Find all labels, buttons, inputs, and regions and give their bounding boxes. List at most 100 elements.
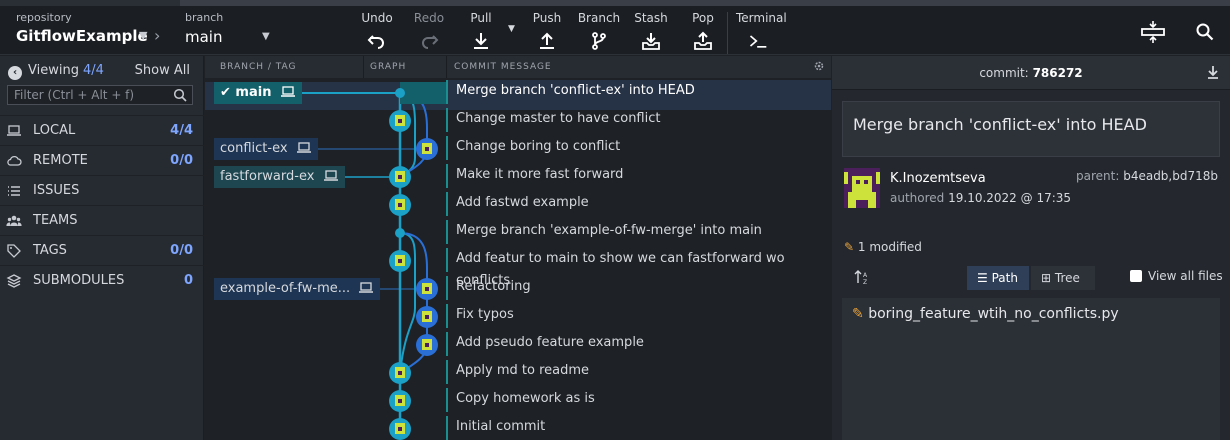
commit-summary[interactable]: Merge branch 'conflict-ex' into HEAD	[842, 101, 1220, 157]
sidebar-item-count: 0/0	[170, 153, 193, 168]
header-graph: GRAPH	[370, 62, 407, 72]
commit-row[interactable]: Add featur to main to show we can fastfo…	[446, 248, 831, 288]
header-divider[interactable]	[446, 56, 447, 78]
tree-view-button[interactable]: ⊞ Tree	[1031, 266, 1095, 290]
toolbar: repository GitflowExample ▼ › branch mai…	[0, 6, 1230, 55]
commit-message: Merge branch 'example-of-fw-merge' into …	[456, 223, 762, 238]
sidebar-item-label: LOCAL	[33, 123, 76, 138]
commit-row[interactable]: Merge branch 'conflict-ex' into HEAD	[446, 80, 831, 104]
gear-icon[interactable]	[813, 60, 825, 72]
filter-placeholder: Filter (Ctrl + Alt + f)	[14, 88, 135, 102]
view-all-checkbox[interactable]	[1130, 270, 1142, 282]
svg-text:A: A	[863, 272, 868, 279]
terminal-button[interactable]: Terminal	[736, 11, 792, 51]
avatar	[844, 168, 880, 208]
sidebar-item-issues[interactable]: ISSUES	[0, 175, 204, 205]
sidebar-item-label: REMOTE	[33, 153, 88, 168]
commit-message: Make it more fast forward	[456, 167, 624, 182]
header-branch-tag: BRANCH / TAG	[220, 62, 297, 72]
view-all-files-toggle[interactable]: View all files	[1130, 269, 1223, 283]
branch-button[interactable]: Branch	[574, 11, 624, 51]
laptop-icon	[359, 282, 374, 293]
file-item[interactable]: ✎ boring_feature_wtih_no_conflicts.py	[852, 306, 1119, 322]
branch-name[interactable]: main	[185, 28, 222, 46]
people-icon	[6, 215, 22, 226]
sort-icon[interactable]: AZ	[854, 269, 870, 285]
branch-tag-label: fastforward-ex	[220, 169, 315, 184]
graph-header: BRANCH / TAG GRAPH COMMIT MESSAGE	[205, 56, 831, 78]
laptop-icon	[280, 86, 295, 97]
branch-tag-example-of-fw-merge[interactable]: example-of-fw-me...	[214, 278, 381, 300]
push-button[interactable]: Push	[522, 11, 572, 51]
commit-message: Merge branch 'conflict-ex' into HEAD	[456, 83, 695, 98]
repo-dropdown-icon[interactable]: ▼	[139, 29, 147, 42]
layout-toggle-icon[interactable]	[1140, 20, 1166, 44]
undo-button[interactable]: Undo	[352, 11, 402, 51]
branch-tag-conflict-ex[interactable]: conflict-ex	[214, 138, 318, 160]
repo-name[interactable]: GitflowExample	[16, 27, 148, 45]
sidebar-item-tags[interactable]: TAGS 0/0	[0, 235, 204, 265]
pull-options-icon[interactable]: ▼	[508, 24, 515, 34]
commit-row[interactable]: Fix typos	[446, 304, 831, 328]
branch-dropdown-icon[interactable]: ▼	[262, 31, 270, 42]
sidebar-item-local[interactable]: LOCAL 4/4	[0, 115, 204, 145]
commit-row[interactable]: Initial commit	[446, 416, 831, 440]
commit-message: Copy homework as is	[456, 391, 595, 406]
branch-tag-fastforward-ex[interactable]: fastforward-ex	[214, 166, 345, 188]
download-icon[interactable]	[1206, 65, 1220, 79]
branch-tag-main[interactable]: ✔ main	[214, 82, 302, 104]
commit-header: commit: 786272	[832, 56, 1230, 90]
authored-label: authored	[890, 191, 945, 205]
pull-label: Pull	[470, 11, 492, 25]
commit-row[interactable]: Merge branch 'example-of-fw-merge' into …	[446, 220, 831, 244]
sidebar-item-count: 0/0	[170, 243, 193, 258]
laptop-icon	[7, 125, 21, 136]
sidebar-item-submodules[interactable]: SUBMODULES 0	[0, 265, 204, 295]
stash-label: Stash	[634, 11, 668, 25]
commit-row[interactable]: Refactoring	[446, 276, 831, 300]
sidebar-item-label: TEAMS	[33, 213, 78, 228]
stash-button[interactable]: Stash	[626, 11, 676, 51]
show-all-button[interactable]: Show All	[135, 63, 190, 78]
sidebar-item-count: 0	[183, 273, 193, 288]
commit-sha[interactable]: 786272	[1033, 66, 1083, 80]
repo-label: repository	[16, 11, 72, 24]
commit-row[interactable]: Apply md to readme	[446, 360, 831, 384]
list-icon	[8, 186, 20, 196]
commit-message: Apply md to readme	[456, 363, 590, 378]
view-all-label: View all files	[1148, 269, 1223, 283]
commit-message: Initial commit	[456, 419, 546, 434]
search-icon[interactable]	[1196, 23, 1214, 41]
back-icon[interactable]: ‹	[8, 66, 22, 80]
commit-row[interactable]: Add pseudo feature example	[446, 332, 831, 356]
branch-tag-label: example-of-fw-me...	[220, 281, 351, 296]
pop-label: Pop	[692, 11, 714, 25]
chevron-right-icon: ›	[154, 26, 161, 45]
path-view-button[interactable]: ☰ Path	[967, 266, 1029, 290]
commit-row[interactable]: Copy homework as is	[446, 388, 831, 412]
check-icon: ✔	[220, 85, 236, 100]
svg-text:Z: Z	[863, 279, 867, 285]
author-name: K.Inozemtseva	[890, 171, 986, 186]
filter-input[interactable]: Filter (Ctrl + Alt + f)	[7, 85, 193, 105]
parent-label: parent:	[1075, 169, 1120, 183]
pull-button[interactable]: Pull	[456, 11, 506, 51]
commit-row[interactable]: Add fastwd example	[446, 192, 831, 216]
header-divider[interactable]	[363, 56, 364, 78]
redo-button[interactable]: Redo	[404, 11, 454, 51]
push-label: Push	[532, 11, 562, 25]
laptop-icon	[323, 170, 338, 181]
pencil-icon: ✎	[844, 240, 855, 254]
pencil-icon: ✎	[852, 306, 864, 322]
commit-row[interactable]: Change master to have conflict	[446, 108, 831, 132]
commit-row[interactable]: Make it more fast forward	[446, 164, 831, 188]
undo-icon	[367, 35, 384, 49]
sidebar-item-label: TAGS	[33, 243, 67, 258]
sidebar-item-teams[interactable]: TEAMS	[0, 205, 204, 235]
parent-shas[interactable]: b4eadb,bd718b	[1123, 169, 1218, 183]
sidebar-item-remote[interactable]: REMOTE 0/0	[0, 145, 204, 175]
push-icon	[540, 32, 554, 49]
commit-row[interactable]: Change boring to conflict	[446, 136, 831, 160]
path-view-label: Path	[991, 271, 1018, 285]
pop-button[interactable]: Pop	[678, 11, 728, 51]
